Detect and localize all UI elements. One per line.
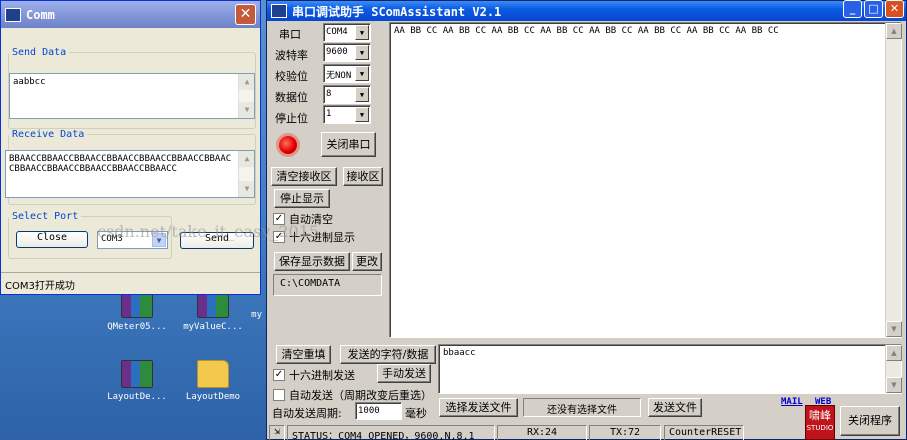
databits-select[interactable]: 8 ▼ [323, 85, 371, 104]
comm-window: Comm ✕ Send Data aabbcc ▲ ▼ Receive Data … [0, 0, 261, 295]
databits-label: 数据位 [275, 91, 308, 104]
auto-period-label: 自动发送周期: [272, 407, 342, 420]
minimize-icon[interactable]: _ [843, 0, 862, 18]
send-text: bbaacc [443, 348, 476, 358]
send-data-textarea[interactable]: aabbcc ▲ ▼ [9, 73, 255, 119]
save-path-field: C:\COMDATA [273, 274, 382, 296]
chevron-down-icon[interactable]: ▼ [355, 25, 369, 40]
comm-title: Comm [26, 7, 55, 22]
send-file-button[interactable]: 发送文件 [648, 398, 702, 417]
baud-select[interactable]: 9600 ▼ [323, 43, 371, 62]
port-status-lamp-icon [279, 136, 297, 154]
desktop-icon-qmeter[interactable]: QMeter05... [98, 290, 176, 332]
comm-titlebar[interactable]: Comm ✕ [1, 1, 260, 28]
port-select[interactable]: COM3 ▼ [97, 231, 168, 249]
winrar-icon [121, 360, 153, 388]
chevron-down-icon[interactable]: ▼ [355, 107, 369, 122]
chevron-down-icon[interactable]: ▼ [355, 87, 369, 102]
chevron-down-icon[interactable]: ▼ [355, 45, 369, 60]
send-chars-button[interactable]: 发送的字符/数据 [340, 345, 436, 364]
status-bar: COM3打开成功 [1, 272, 260, 294]
parity-select[interactable]: 无NON ▼ [323, 64, 371, 83]
clear-receive-button[interactable]: 清空接收区 [271, 167, 337, 186]
desktop-icon-layoutde[interactable]: LayoutDe... [98, 360, 176, 402]
scom-titlebar[interactable]: 串口调试助手 SComAssistant V2.1 _ □ ✕ [267, 0, 906, 21]
chevron-down-icon[interactable]: ▼ [152, 233, 166, 247]
app-icon [5, 7, 21, 22]
hex-send-checkbox[interactable]: ✓ 十六进制发送 [273, 367, 355, 383]
chevron-down-icon[interactable]: ▼ [355, 66, 369, 81]
send-data-legend: Send Data [12, 47, 67, 58]
close-button[interactable]: Close [16, 231, 88, 248]
change-path-button[interactable]: 更改 [352, 252, 382, 271]
receive-display-area[interactable]: AA BB CC AA BB CC AA BB CC AA BB CC AA B… [389, 22, 902, 338]
scrollbar[interactable]: ▲ ▼ [238, 74, 254, 118]
scom-title: 串口调试助手 SComAssistant V2.1 [292, 4, 502, 19]
ms-unit-label: 毫秒 [405, 407, 427, 420]
studio-logo: 啸峰 STUDIO [805, 405, 835, 440]
close-icon[interactable]: ✕ [235, 4, 256, 25]
rx-counter: RX:24 [497, 425, 587, 440]
app-icon [271, 4, 287, 18]
select-file-button[interactable]: 选择发送文件 [439, 398, 518, 417]
select-port-legend: Select Port [12, 211, 79, 222]
parity-label: 校验位 [275, 70, 308, 83]
counter-reset-button[interactable]: CounterRESET [664, 425, 744, 440]
auto-period-input[interactable]: 1000 [355, 402, 402, 420]
port-label: 串口 [279, 28, 301, 41]
scrollbar[interactable]: ▲ ▼ [885, 345, 902, 393]
checkbox-icon[interactable]: ✓ [273, 369, 285, 381]
receive-text: AA BB CC AA BB CC AA BB CC AA BB CC AA B… [394, 26, 779, 36]
status-text: STATUS：COM4 OPENED，9600,N,8,1 [287, 425, 495, 440]
receive-data-legend: Receive Data [12, 129, 85, 140]
stopbits-select[interactable]: 1 ▼ [323, 105, 371, 124]
send-button[interactable]: Send [180, 232, 254, 249]
scrollbar[interactable]: ▲ ▼ [885, 23, 902, 337]
resize-grip-icon: ⇲ [269, 425, 285, 440]
tx-counter: TX:72 [589, 425, 661, 440]
clear-resend-button[interactable]: 清空重填 [276, 345, 331, 364]
hex-display-checkbox[interactable]: ✓ 十六进制显示 [273, 229, 355, 245]
receive-data-textarea[interactable]: BBAACCBBAACCBBAACCBBAACCBBAACCBBAACCBBAA… [5, 150, 255, 198]
send-text-area[interactable]: bbaacc ▲ ▼ [438, 344, 902, 394]
manual-send-button[interactable]: 手动发送 [377, 364, 431, 383]
desktop-icon-my[interactable]: my [232, 310, 262, 320]
receive-area-button[interactable]: 接收区 [343, 167, 383, 186]
scom-window: 串口调试助手 SComAssistant V2.1 _ □ ✕ 串口 COM4 ▼… [266, 0, 907, 440]
baud-label: 波特率 [275, 49, 308, 62]
file-name-field: 还没有选择文件 [523, 398, 641, 417]
close-port-button[interactable]: 关闭串口 [321, 132, 376, 157]
checkbox-icon[interactable]: ✓ [273, 231, 285, 243]
exit-program-button[interactable]: 关闭程序 [840, 406, 900, 436]
folder-icon [197, 360, 229, 388]
status-text: COM3打开成功 [5, 281, 75, 292]
auto-clear-checkbox[interactable]: ✓ 自动清空 [273, 211, 333, 227]
stopbits-label: 停止位 [275, 112, 308, 125]
maximize-icon[interactable]: □ [864, 0, 883, 18]
auto-send-checkbox[interactable]: 自动发送（周期改变后重选） [273, 387, 432, 403]
close-icon[interactable]: ✕ [885, 0, 904, 18]
desktop-icon-layoutdemo[interactable]: LayoutDemo [174, 360, 252, 402]
save-display-button[interactable]: 保存显示数据 [274, 252, 350, 271]
checkbox-icon[interactable]: ✓ [273, 213, 285, 225]
scrollbar[interactable]: ▲ ▼ [238, 151, 254, 197]
mail-link[interactable]: MAIL [781, 397, 803, 407]
checkbox-icon[interactable] [273, 389, 285, 401]
stop-display-button[interactable]: 停止显示 [274, 189, 330, 208]
port-select[interactable]: COM4 ▼ [323, 23, 371, 42]
